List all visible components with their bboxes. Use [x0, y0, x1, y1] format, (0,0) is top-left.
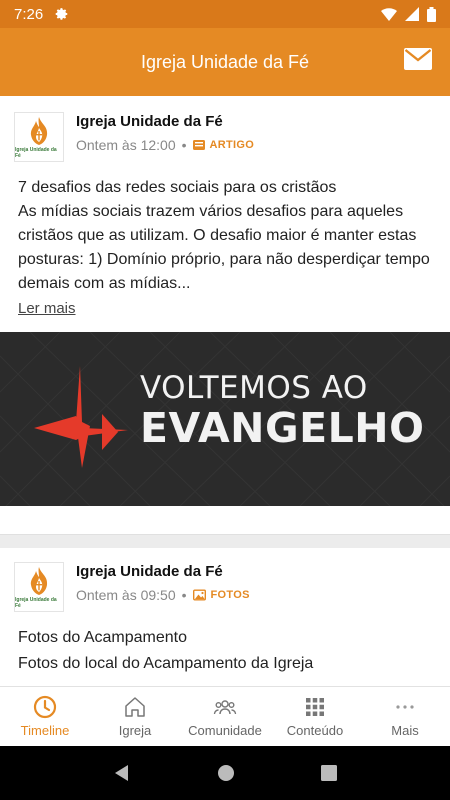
app-bar: Igreja Unidade da Fé [0, 28, 450, 96]
post-card[interactable]: Igreja Unidade da Fé Igreja Unidade da F… [0, 548, 450, 686]
banner-line-2: EVANGELHO [140, 404, 425, 452]
battery-icon [427, 6, 436, 22]
post-header: Igreja Unidade da Fé Igreja Unidade da F… [0, 96, 450, 166]
logo-text: Igreja Unidade da Fé [15, 596, 57, 609]
back-icon[interactable] [113, 764, 131, 782]
church-logo: Igreja Unidade da Fé [14, 562, 64, 612]
post-type-badge: ARTIGO [192, 139, 255, 151]
meta-separator: • [181, 137, 187, 153]
home-icon[interactable] [217, 764, 235, 782]
post-meta: Igreja Unidade da Fé Ontem às 12:00 • AR… [76, 112, 254, 166]
nav-label: Igreja [118, 723, 152, 738]
grid-icon [306, 698, 324, 716]
status-time: 7:26 [14, 5, 44, 23]
banner-line-1: VOLTEMOS AO [140, 370, 368, 406]
nav-label: Timeline [20, 723, 70, 738]
nav-label: Conteúdo [286, 723, 344, 738]
house-icon [125, 697, 145, 717]
read-more-link[interactable]: Ler mais [0, 296, 450, 317]
post-excerpt: Fotos do local do Acampamento da Igreja [18, 655, 314, 672]
post-type-label: FOTOS [210, 589, 250, 601]
logo-text: Igreja Unidade da Fé [15, 146, 57, 159]
nav-label: Mais [391, 723, 419, 738]
post-title: Fotos do Acampamento [18, 629, 187, 646]
post-time: Ontem às 09:50 [76, 587, 176, 603]
nav-timeline[interactable]: Timeline [0, 687, 90, 746]
card-divider [0, 534, 450, 548]
nav-conteudo[interactable]: Conteúdo [270, 687, 360, 746]
nav-mais[interactable]: Mais [360, 687, 450, 746]
post-time: Ontem às 12:00 [76, 137, 176, 153]
cross-logo-icon [34, 366, 128, 468]
post-card[interactable]: Igreja Unidade da Fé Igreja Unidade da F… [0, 96, 450, 534]
nav-label: Comunidade [188, 723, 262, 738]
flame-logo-icon [30, 566, 48, 595]
nav-comunidade[interactable]: Comunidade [180, 687, 270, 746]
mail-icon[interactable] [404, 48, 432, 70]
flame-logo-icon [30, 116, 48, 145]
app-title: Igreja Unidade da Fé [140, 51, 310, 72]
photo-icon [192, 589, 206, 601]
article-icon [192, 140, 205, 150]
post-header: Igreja Unidade da Fé Igreja Unidade da F… [0, 548, 450, 618]
post-type-badge: FOTOS [192, 589, 250, 601]
post-author: Igreja Unidade da Fé [76, 563, 223, 580]
post-meta: Igreja Unidade da Fé Ontem às 09:50 • FO… [76, 562, 250, 618]
church-logo: Igreja Unidade da Fé [14, 112, 64, 162]
post-author: Igreja Unidade da Fé [76, 113, 223, 130]
post-banner-image[interactable]: VOLTEMOS AO EVANGELHO [0, 332, 450, 506]
settings-gear-icon [55, 8, 68, 20]
nav-igreja[interactable]: Igreja [90, 687, 180, 746]
post-excerpt: As mídias sociais trazem vários desafios… [18, 203, 430, 292]
status-bar: 7:26 [0, 0, 450, 28]
recents-icon[interactable] [321, 765, 337, 781]
bottom-navigation: Timeline Igreja Comunidade Conteúdo Mais [0, 686, 450, 746]
clock-icon [33, 695, 57, 719]
people-icon [213, 700, 237, 715]
signal-icon [405, 7, 419, 21]
post-type-label: ARTIGO [209, 139, 255, 151]
post-title: 7 desafios das redes sociais para os cri… [18, 179, 337, 196]
meta-separator: • [181, 587, 187, 603]
more-dots-icon [396, 705, 414, 709]
timeline-feed[interactable]: Igreja Unidade da Fé Igreja Unidade da F… [0, 96, 450, 686]
wifi-icon [381, 8, 397, 21]
system-navigation-bar [0, 746, 450, 800]
